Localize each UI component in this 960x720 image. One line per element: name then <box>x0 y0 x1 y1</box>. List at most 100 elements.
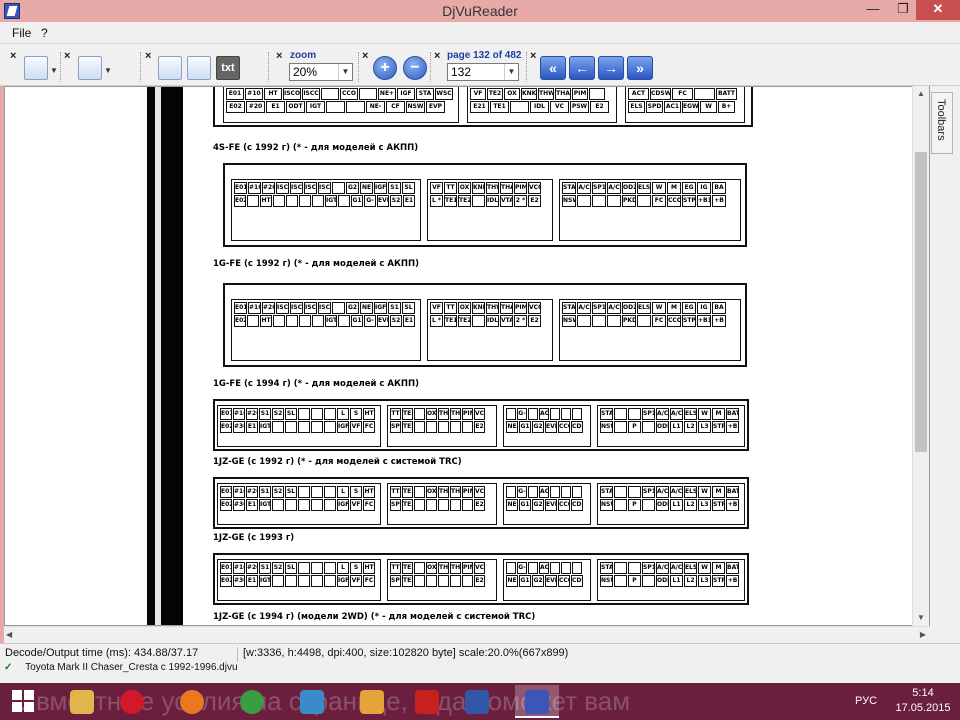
connector-pin: OX <box>426 486 437 498</box>
connector-pin: NE <box>360 182 373 194</box>
connector-pin <box>426 499 437 511</box>
chevron-down-icon[interactable]: ▼ <box>504 64 518 80</box>
zoom-select[interactable]: 20% ▼ <box>289 63 353 81</box>
toolbar-close-icon[interactable]: × <box>434 50 440 62</box>
document-view[interactable]: E01 #10 HT ISCO ISCC CCO NE+ IGF STA WSC E02 #20 E1 O… <box>4 86 930 626</box>
scroll-left-icon[interactable]: ◀ <box>6 627 12 643</box>
page-layout-icon[interactable] <box>78 56 102 80</box>
connector-pin: PSW <box>570 101 589 113</box>
connector-pin: IGT <box>306 101 325 113</box>
connector-pin: ELS <box>628 101 645 113</box>
connector-pin <box>247 315 259 327</box>
taskbar-djvureader-icon[interactable] <box>515 685 559 718</box>
menu-help[interactable]: ? <box>41 26 48 40</box>
horizontal-scrollbar[interactable]: ◀ ▶ <box>4 626 930 643</box>
select-area-icon[interactable] <box>158 56 182 80</box>
connector-pin: NSW <box>600 499 613 511</box>
connector-pin: E01 <box>220 408 232 420</box>
connector-pin: THW <box>450 408 461 420</box>
connector-pin: ODI <box>656 499 669 511</box>
scroll-up-icon[interactable]: ▲ <box>913 86 929 102</box>
connector-pin <box>572 408 582 420</box>
taskbar-chrome-icon[interactable] <box>230 685 274 718</box>
vertical-scrollbar[interactable]: ▲ ▼ <box>912 86 929 626</box>
connector-pin: ACV <box>539 562 549 574</box>
first-page-button[interactable]: « <box>540 56 566 80</box>
connector-pin: BATT <box>726 486 739 498</box>
connector-pin <box>414 408 425 420</box>
connector-pin: L3 <box>698 421 711 433</box>
connector-pin <box>272 499 284 511</box>
windows-start-icon[interactable] <box>12 690 34 712</box>
zoom-out-button[interactable]: − <box>403 56 427 80</box>
connector-pin: EVP <box>545 499 557 511</box>
connector-pin: THA <box>438 486 449 498</box>
next-page-button[interactable]: → <box>598 56 624 80</box>
maximize-button[interactable]: ❐ <box>888 0 918 20</box>
connector-pin: G2 <box>346 182 359 194</box>
connector-pin <box>438 421 449 433</box>
page-select[interactable]: 132 ▼ <box>447 63 519 81</box>
connector-pin: OX <box>426 562 437 574</box>
taskbar-app3-icon[interactable] <box>455 685 499 718</box>
scroll-down-icon[interactable]: ▼ <box>913 610 929 626</box>
connector-pin: E02 <box>234 315 246 327</box>
connector-1g-fe-1992-middle: VFTT *OXKNKTHWTHAPIMVCC L *TE1TE2 IDLVTA2 … <box>427 179 553 241</box>
connector-pin: E21 <box>470 101 489 113</box>
connector-pin <box>298 562 310 574</box>
toolbar-close-icon[interactable]: × <box>362 50 368 62</box>
last-page-button[interactable]: » <box>627 56 653 80</box>
connector-pin: CDS <box>571 575 583 587</box>
connector-1jz-1993-b: TTTE1 OXTHATHWPIMVCC SP2TE2 E2 <box>387 483 497 525</box>
toolbar-close-icon[interactable]: × <box>10 50 16 62</box>
connector-pin: CCO <box>558 499 570 511</box>
connector-pin: A/C <box>577 182 591 194</box>
caption-4s-fe: 4S-FE (с 1992 г) (* - для моделей с АКПП… <box>213 143 419 153</box>
toolbar-close-icon[interactable]: × <box>276 50 282 62</box>
vertical-scroll-thumb[interactable] <box>915 152 927 452</box>
toolbars-tab[interactable]: Toolbars <box>931 92 953 154</box>
toolbar-close-icon[interactable]: × <box>145 50 151 62</box>
chevron-down-icon[interactable]: ▼ <box>50 66 58 75</box>
connector-pin: KNK <box>472 302 485 314</box>
connector-pin <box>472 195 485 207</box>
language-indicator[interactable]: РУС <box>855 695 877 707</box>
close-button[interactable]: ✕ <box>916 0 960 20</box>
taskbar-opera-icon[interactable] <box>110 685 154 718</box>
menu-file[interactable]: File <box>12 26 31 40</box>
taskbar-app2-icon[interactable] <box>350 685 394 718</box>
toolbar-close-icon[interactable]: × <box>530 50 536 62</box>
zoom-value: 20% <box>293 65 318 79</box>
image-mode-icon[interactable] <box>187 56 211 80</box>
taskbar-pdf-icon[interactable] <box>405 685 449 718</box>
connector-pin: HT <box>264 88 282 100</box>
connector-pin: S <box>350 408 362 420</box>
connector-pin: TE2 <box>458 195 471 207</box>
previous-page-button[interactable]: ← <box>569 56 595 80</box>
connector-pin <box>286 315 298 327</box>
zoom-in-button[interactable]: + <box>373 56 397 80</box>
page-value: 132 <box>451 65 472 79</box>
chevron-down-icon[interactable]: ▼ <box>104 66 112 75</box>
connector-pin <box>272 575 284 587</box>
connector-pin: NSW <box>600 575 613 587</box>
taskbar-firefox-icon[interactable] <box>170 685 214 718</box>
title-bar: DjVuReader — ❐ ✕ <box>0 0 960 22</box>
taskbar-app-icon[interactable] <box>290 685 334 718</box>
scroll-right-icon[interactable]: ▶ <box>920 627 926 643</box>
toolbar-close-icon[interactable]: × <box>64 50 70 62</box>
text-mode-button[interactable]: txt <box>216 56 240 80</box>
thumbnails-icon[interactable] <box>24 56 48 80</box>
connector-pin: E02 <box>226 101 245 113</box>
clock[interactable]: 5:14 17.05.2015 <box>890 686 956 716</box>
chevron-down-icon[interactable]: ▼ <box>338 64 352 80</box>
connector-pin <box>506 408 516 420</box>
connector-pin: ACV <box>539 486 549 498</box>
connector-pin: E01 <box>220 486 232 498</box>
taskbar-explorer-icon[interactable] <box>60 685 104 718</box>
minimize-button[interactable]: — <box>858 0 888 20</box>
connector-1jz-1994-c: G- ACV NEG1G2EVPCCOCDS <box>503 559 591 601</box>
connector-1g-fe-1994-right: STAA/CSP1A/C MGOD2 *ELSWM RELEG WIG SWBA… <box>559 299 741 361</box>
file-tab[interactable]: ✓ Toyota Mark II Chaser_Cresta с 1992-19… <box>4 662 238 680</box>
file-tab-label: Toyota Mark II Chaser_Cresta с 1992-1996… <box>25 662 238 673</box>
